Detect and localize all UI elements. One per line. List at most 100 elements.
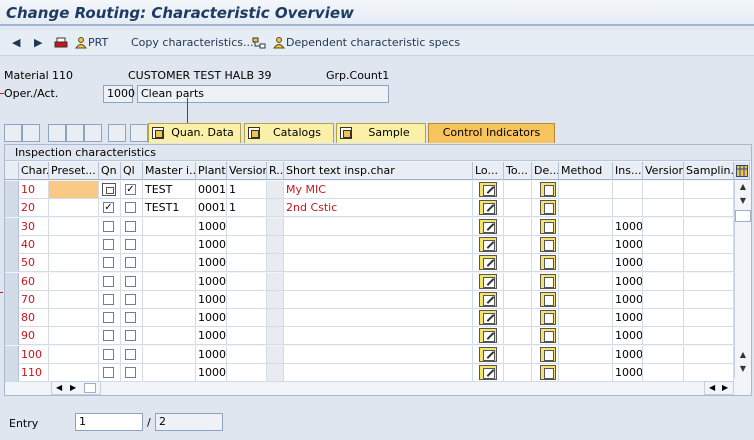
edit-icon[interactable]: [479, 310, 497, 326]
back-arrow-icon[interactable]: ◀: [12, 35, 20, 51]
scroll-down-icon[interactable]: ▼: [735, 194, 751, 208]
edit-icon[interactable]: [479, 365, 497, 380]
insert-row-icon[interactable]: [48, 124, 66, 142]
column-header[interactable]: De...: [532, 162, 559, 180]
qn-checkbox[interactable]: [103, 330, 114, 342]
ql-checkbox[interactable]: [125, 238, 136, 250]
document-icon[interactable]: [540, 273, 556, 289]
column-header[interactable]: Ql: [121, 162, 143, 180]
document-icon[interactable]: [540, 310, 556, 326]
column-header[interactable]: Method: [559, 162, 613, 180]
ql-checkbox[interactable]: [125, 184, 136, 195]
tab-control-indicators[interactable]: Control Indicators: [428, 123, 555, 143]
entry-field[interactable]: 1: [75, 413, 143, 431]
edit-icon[interactable]: [479, 346, 497, 362]
row-selector[interactable]: [5, 309, 19, 328]
edit-icon[interactable]: [479, 182, 497, 197]
edit-icon[interactable]: [479, 291, 497, 307]
ql-checkbox[interactable]: [125, 330, 136, 342]
details-icon[interactable]: [130, 124, 148, 142]
ql-checkbox[interactable]: [125, 257, 136, 269]
qn-checkbox[interactable]: [103, 238, 114, 250]
scroll-left-icon[interactable]: ◀: [56, 382, 62, 394]
column-header[interactable]: Lo...: [473, 162, 504, 180]
row-selector[interactable]: [5, 181, 19, 199]
column-header[interactable]: Preset...: [49, 162, 99, 180]
ql-checkbox[interactable]: [125, 220, 136, 232]
table-settings-icon[interactable]: [734, 162, 750, 180]
edit-icon[interactable]: [479, 218, 497, 234]
edit-icon[interactable]: [479, 255, 497, 271]
row-selector[interactable]: [5, 217, 19, 236]
document-icon[interactable]: [540, 236, 556, 252]
edit-icon[interactable]: [479, 273, 497, 289]
ql-checkbox[interactable]: [125, 275, 136, 287]
qn-checkbox[interactable]: [103, 348, 114, 360]
row-selector[interactable]: [5, 327, 19, 346]
scroll-thumb[interactable]: [735, 210, 751, 222]
row-selector[interactable]: [5, 364, 19, 382]
select-all-icon[interactable]: [4, 124, 22, 142]
scroll-right-icon[interactable]: ▶: [70, 382, 76, 394]
copy-characteristics-button[interactable]: Copy characteristics...: [131, 35, 254, 51]
document-icon[interactable]: [540, 346, 556, 362]
scroll-up-icon[interactable]: ▲: [735, 348, 751, 362]
copy-row-icon[interactable]: [84, 124, 102, 142]
edit-icon[interactable]: [479, 236, 497, 252]
forward-arrow-icon[interactable]: ▶: [34, 35, 42, 51]
operation-field[interactable]: 1000: [103, 85, 135, 103]
row-selector[interactable]: [5, 272, 19, 291]
edit-icon[interactable]: [479, 328, 497, 344]
document-icon[interactable]: [540, 200, 556, 216]
horizontal-scrollbar-left[interactable]: ◀ ▶: [51, 381, 101, 395]
document-icon[interactable]: [540, 255, 556, 271]
lock-icon[interactable]: [108, 124, 126, 142]
column-header[interactable]: Version: [227, 162, 267, 180]
row-selector[interactable]: [5, 290, 19, 309]
column-header[interactable]: Ins...: [613, 162, 643, 180]
row-selector[interactable]: [5, 345, 19, 364]
ql-checkbox[interactable]: [125, 312, 136, 324]
edit-icon[interactable]: [479, 200, 497, 216]
column-header[interactable]: Master i...: [143, 162, 196, 180]
row-selector[interactable]: [5, 199, 19, 218]
column-header[interactable]: Short text insp.char: [284, 162, 473, 180]
qn-checkbox[interactable]: [103, 202, 114, 214]
column-selector[interactable]: [5, 162, 19, 180]
column-header[interactable]: Plant: [196, 162, 227, 180]
column-header[interactable]: Char.: [19, 162, 49, 180]
prt-button[interactable]: PRT: [74, 35, 108, 51]
column-header[interactable]: Samplin...: [684, 162, 734, 180]
document-icon[interactable]: [540, 218, 556, 234]
document-icon[interactable]: [540, 328, 556, 344]
ql-checkbox[interactable]: [125, 348, 136, 360]
horizontal-scrollbar-right[interactable]: ◀ ▶: [704, 381, 734, 395]
deselect-all-icon[interactable]: [22, 124, 40, 142]
vertical-scrollbar[interactable]: ▲ ▼ ▲ ▼: [734, 180, 751, 378]
column-header[interactable]: Qn: [99, 162, 121, 180]
print-icon[interactable]: [54, 35, 68, 51]
scroll-right-icon[interactable]: ▶: [722, 382, 728, 394]
qn-checkbox[interactable]: [103, 220, 114, 232]
column-header[interactable]: To...: [504, 162, 532, 180]
hierarchy-icon[interactable]: [252, 35, 266, 51]
qn-select-icon[interactable]: [102, 183, 116, 196]
ql-checkbox[interactable]: [125, 367, 136, 378]
qn-checkbox[interactable]: [103, 293, 114, 305]
tab-catalogs[interactable]: Catalogs: [244, 123, 334, 143]
tab-quan-data[interactable]: Quan. Data: [148, 123, 241, 143]
scroll-down-icon[interactable]: ▼: [735, 362, 751, 376]
qn-checkbox[interactable]: [103, 275, 114, 287]
dependent-specs-button[interactable]: Dependent characteristic specs: [272, 35, 460, 51]
scroll-left-icon[interactable]: ◀: [709, 382, 715, 394]
qn-checkbox[interactable]: [103, 257, 114, 269]
row-selector[interactable]: [5, 235, 19, 254]
document-icon[interactable]: [540, 291, 556, 307]
document-icon[interactable]: [540, 365, 556, 380]
column-header[interactable]: R..: [267, 162, 284, 180]
row-selector[interactable]: [5, 254, 19, 273]
ql-checkbox[interactable]: [125, 202, 136, 214]
qn-checkbox[interactable]: [103, 367, 114, 378]
scroll-up-icon[interactable]: ▲: [735, 180, 751, 194]
column-header[interactable]: Version: [643, 162, 684, 180]
